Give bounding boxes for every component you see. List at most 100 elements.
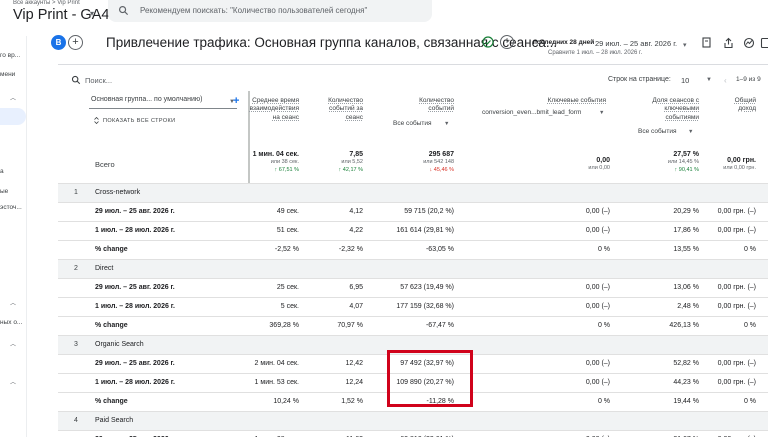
global-search-bar[interactable]: Рекомендуем поискать: "Количество пользо… (108, 0, 432, 22)
table-row[interactable]: 29 июл. – 25 авг. 2026 г. 49 сек. 4,12 59 7… (58, 202, 768, 221)
table-row[interactable]: 1 июл. – 28 июл. 2026 г. 5 сек. 4,07 177 15… (58, 297, 768, 316)
check-circle-icon[interactable] (482, 36, 494, 48)
total-value: 1 мин. 04 сек. (252, 151, 299, 158)
table-cell: 59 715 (20,2 %) (404, 208, 454, 215)
total-key-events: 0,00 или 0,00 (588, 156, 610, 173)
nav-item-a[interactable]: а (0, 168, 4, 175)
account-breadcrumb[interactable]: Все аккаунты > Vip Print (13, 0, 80, 6)
row-label: 1 июл. – 28 июл. 2026 г. (95, 227, 175, 234)
table-cell: 0,00 грн. (–) (717, 303, 756, 310)
chevron-down-icon[interactable]: ▾ (683, 41, 687, 49)
top-bar: Все аккаунты > Vip Print Vip Print - GA4… (0, 0, 768, 36)
rows-per-page-select[interactable]: 10 (681, 76, 689, 85)
nav-item-realtime[interactable]: мени (0, 71, 15, 78)
insights-icon[interactable] (743, 37, 755, 49)
previous-page-icon[interactable]: ‹ (724, 76, 727, 85)
chevron-up-icon[interactable]: ︿ (10, 93, 16, 102)
total-change: ↑ 67,51 % (274, 166, 299, 173)
date-range[interactable]: 29 июл. – 25 авг. 2026 г. (595, 39, 677, 48)
show-all-rows-button[interactable]: ПОКАЗАТЬ ВСЕ СТРОКИ (103, 118, 176, 124)
table-cell: 2 мин. 04 сек. (254, 360, 299, 367)
chevron-up-icon[interactable]: ︿ (10, 298, 16, 307)
event-filter-select[interactable]: Все события (638, 128, 676, 135)
date-preset-label[interactable]: последних 28 дней (533, 39, 594, 46)
column-header-line: событиями (665, 113, 699, 121)
total-value: 0,00 грн. (727, 157, 756, 164)
table-cell: 2,48 % (677, 303, 699, 310)
table-cell: 52,82 % (673, 360, 699, 367)
total-change: ↑ 42,17 % (338, 166, 363, 173)
column-header-line: доход (738, 105, 756, 113)
table-cell: 51 сек. (276, 227, 299, 234)
table-cell: 161 614 (29,81 %) (396, 227, 454, 234)
total-value: 0,00 (596, 157, 610, 164)
column-header-line: на сеанс (272, 113, 299, 121)
column-header-event-count[interactable]: Количество событий (419, 97, 454, 114)
table-cell: 4,07 (349, 303, 363, 310)
nav-item-ye[interactable]: ые (0, 188, 8, 195)
change-row[interactable]: % change 369,28 % 70,97 % -67,47 % 0 % 426,13… (58, 316, 768, 335)
nav-item-other[interactable]: ных о... (0, 319, 22, 326)
column-header-events-per-session[interactable]: Количество событий за сеанс (328, 97, 363, 122)
row-label: % change (95, 322, 128, 329)
total-value: 295 687 (428, 151, 454, 158)
total-avg-engagement: 1 мин. 04 сек. или 38 сек. ↑ 67,51 % (253, 150, 299, 174)
dimension-select[interactable]: Основная группа... по умолчанию) (89, 96, 237, 109)
column-header-avg-engagement[interactable]: Среднее время взаимодействия на сеанс (250, 97, 299, 122)
table-cell: 70,97 % (337, 322, 363, 329)
group-row[interactable]: 1 Cross-network (58, 183, 768, 202)
share-icon[interactable] (723, 37, 734, 49)
chevron-down-icon[interactable]: ▼ (599, 110, 604, 116)
table-cell: 12,24 (345, 379, 363, 386)
nav-item-sources[interactable]: эсточ... (0, 204, 22, 211)
group-row[interactable]: 2 Direct (58, 259, 768, 278)
column-header-line: событий за (329, 105, 363, 113)
row-label: % change (95, 246, 128, 253)
add-comparison-button[interactable]: + (68, 35, 83, 50)
column-header-total-revenue[interactable]: Общий доход (735, 97, 756, 114)
column-header-key-event-rate[interactable]: Доля сеансов с ключевыми событиями (652, 97, 699, 122)
change-row[interactable]: % change -2,52 % -2,32 % -63,05 % 0 % 13,55 %… (58, 240, 768, 259)
table-cell: 0 % (743, 322, 756, 329)
table-cell: 6,95 (349, 284, 363, 291)
property-dropdown-icon[interactable]: ▾ (90, 9, 94, 18)
add-dimension-button[interactable]: + (233, 95, 239, 107)
table-row[interactable]: 29 июл. – 25 авг. 2026 г.1 мин. 08 сек.1… (58, 430, 768, 437)
table-cell: 0 % (597, 246, 610, 253)
table-cell: 0,00 (–) (585, 208, 610, 215)
property-selector[interactable]: Vip Print - GA4 (13, 7, 109, 23)
nav-item-selected[interactable] (0, 108, 26, 125)
customize-report-icon[interactable] (760, 37, 768, 49)
event-filter-select[interactable]: Все события (393, 120, 431, 127)
row-label: Paid Search (95, 417, 134, 424)
chevron-down-icon[interactable]: ▼ (706, 77, 712, 83)
chevron-up-icon[interactable]: ︿ (10, 377, 16, 386)
group-row[interactable]: 4 Paid Search (58, 411, 768, 430)
chevron-down-icon[interactable]: ▼ (688, 129, 693, 135)
table-cell: -2,32 % (338, 246, 363, 253)
expand-icon (94, 117, 99, 124)
table-search-input[interactable]: Поиск... (85, 76, 112, 85)
chevron-up-icon[interactable]: ︿ (10, 339, 16, 348)
add-button[interactable]: + (500, 35, 514, 49)
date-compare-range: Сравните 1 июл. – 28 июл. 2026 г. (548, 50, 643, 56)
table-cell: 4,22 (349, 227, 363, 234)
row-number: 4 (74, 417, 78, 424)
key-event-select[interactable]: conversion_even...bmit_lead_form (482, 109, 581, 116)
table-cell: 0,00 грн. (–) (717, 360, 756, 367)
table-row[interactable]: 1 июл. – 28 июл. 2026 г. 51 сек. 4,22 161 6… (58, 221, 768, 240)
search-icon (71, 75, 81, 85)
search-placeholder: Рекомендуем поискать: "Количество пользо… (140, 6, 368, 15)
totals-label: Всего (95, 160, 115, 169)
table-row[interactable]: 29 июл. – 25 авг. 2026 г. 25 сек. 6,95 57 6… (58, 278, 768, 297)
edit-report-icon[interactable] (702, 37, 713, 49)
avatar[interactable]: B (51, 35, 66, 50)
column-header-key-events[interactable]: Ключевые события (548, 97, 606, 105)
chevron-down-icon[interactable]: ▼ (444, 121, 449, 127)
nav-item-engagement-time[interactable]: го вр... (0, 52, 20, 59)
table-cell: -2,52 % (274, 246, 299, 253)
search-icon (119, 6, 129, 16)
column-header-line: ключевыми (664, 105, 699, 113)
column-header-line: Ключевые события (547, 97, 606, 104)
total-key-event-rate: 27,57 % или 14,45 % ↑ 90,41 % (668, 150, 699, 174)
